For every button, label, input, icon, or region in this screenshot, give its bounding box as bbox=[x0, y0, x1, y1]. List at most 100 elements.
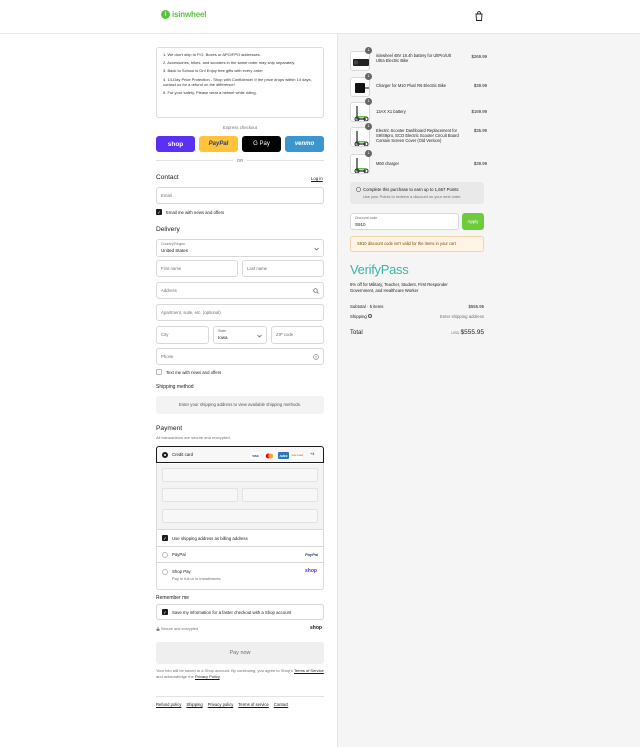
refund-policy-link[interactable]: Refund policy bbox=[156, 702, 181, 707]
paypal-radio[interactable] bbox=[162, 552, 168, 558]
amex-icon: AMEX bbox=[278, 452, 289, 459]
credit-card-radio[interactable] bbox=[162, 452, 168, 458]
mastercard-icon bbox=[264, 452, 275, 459]
city-field[interactable]: City bbox=[156, 326, 209, 344]
shop-logo: shop bbox=[310, 625, 322, 631]
store-notice: 1. We don't ship to P.O. Boxes or APO/FP… bbox=[156, 47, 324, 118]
chevron-down-icon bbox=[314, 247, 319, 251]
points-title: Complete this purchase to earn up to 1,6… bbox=[363, 187, 459, 192]
privacy-link[interactable]: Privacy Policy bbox=[195, 674, 220, 679]
contact-link[interactable]: Contact bbox=[274, 702, 288, 707]
cart-item: 1 M60 charger $39.99 bbox=[350, 150, 487, 174]
address-field[interactable]: Address bbox=[156, 282, 324, 299]
notice-item: 2. Accessories, bikes, and scooters in t… bbox=[163, 60, 296, 66]
product-name: M60 charger bbox=[376, 161, 399, 166]
email-news-checkbox[interactable]: ✓ bbox=[156, 209, 162, 215]
legal-mid: and acknowledge the bbox=[156, 673, 194, 679]
help-icon[interactable]: ? bbox=[313, 354, 319, 360]
quantity-badge: 1 bbox=[365, 47, 372, 54]
name-on-card-field[interactable] bbox=[162, 509, 318, 523]
product-price: $39.99 bbox=[473, 83, 487, 88]
billing-same-label: Use shipping address as billing address bbox=[172, 536, 248, 541]
cart-item: 1 Charger for M10 Plus/ R6 Electric Bike… bbox=[350, 73, 487, 97]
secure-label: Secure and encrypted bbox=[161, 627, 199, 631]
chevron-down-icon bbox=[257, 334, 262, 338]
expiry-field[interactable] bbox=[162, 488, 238, 502]
subtotal-row: Subtotal · 5 items $555.95 bbox=[350, 304, 484, 309]
terms-of-service-link[interactable]: Terms of service bbox=[238, 702, 268, 707]
card-number-field[interactable] bbox=[162, 468, 318, 482]
shipping-label: Shipping bbox=[350, 314, 367, 319]
product-name: Electric Scooter Dashboard Replacement f… bbox=[376, 128, 459, 144]
shipping-link[interactable]: Shipping bbox=[186, 702, 202, 707]
state-select[interactable]: State Iowa bbox=[213, 326, 267, 344]
payment-subtitle: All transactions are secure and encrypte… bbox=[156, 435, 231, 440]
apartment-field[interactable]: Apartment, suite, etc. (optional) bbox=[156, 304, 324, 321]
last-name-field[interactable]: Last name bbox=[242, 260, 324, 277]
notice-item: 4. 14-Day Price Protection - Shop with C… bbox=[163, 76, 312, 87]
phone-field[interactable]: Phone ? bbox=[156, 348, 324, 365]
quantity-badge: 1 bbox=[365, 98, 372, 105]
address-placeholder: Address bbox=[161, 288, 177, 293]
quantity-badge: 1 bbox=[365, 123, 372, 130]
shop-pay-option[interactable]: Shop Pay Pay in full or in installments … bbox=[157, 562, 323, 590]
quantity-badge: 1 bbox=[365, 150, 372, 157]
country-select[interactable]: Country/Region United States bbox=[156, 239, 324, 257]
discount-code-label: Discount code bbox=[355, 216, 378, 220]
cart-item: 1 13AX X1 battery $169.99 bbox=[350, 98, 487, 122]
pay-now-button[interactable]: Pay now bbox=[156, 642, 324, 664]
zip-field[interactable]: ZIP code bbox=[271, 326, 324, 344]
subtotal-value: $555.95 bbox=[468, 304, 484, 309]
product-name: Charger for M10 Plus/ R6 Electric Bike bbox=[376, 83, 447, 88]
paypal-button[interactable]: PayPal bbox=[199, 136, 238, 152]
logo-mark-icon: i bbox=[161, 10, 170, 19]
text-news-checkbox[interactable] bbox=[156, 369, 162, 375]
notice-item: 1. We don't ship to P.O. Boxes or APO/FP… bbox=[163, 52, 261, 57]
country-value: United States bbox=[161, 248, 189, 253]
last-name-placeholder: Last name bbox=[247, 266, 268, 271]
shop-pay-radio[interactable] bbox=[162, 569, 168, 575]
apply-discount-button[interactable]: Apply bbox=[462, 213, 484, 230]
product-price: $269.99 bbox=[471, 54, 487, 59]
apartment-placeholder: Apartment, suite, etc. (optional) bbox=[161, 310, 221, 315]
shipping-label-wrap: Shipping bbox=[350, 314, 372, 319]
venmo-button[interactable]: venmo bbox=[285, 136, 324, 152]
checkout-form: 1. We don't ship to P.O. Boxes or APO/FP… bbox=[0, 34, 337, 747]
credit-card-label: Credit card bbox=[172, 452, 194, 457]
security-code-field[interactable] bbox=[242, 488, 318, 502]
shipping-method-placeholder: Enter your shipping address to view avai… bbox=[156, 396, 324, 414]
verifypass-logo[interactable]: VerifyPass bbox=[350, 262, 409, 277]
visa-icon: VISA bbox=[250, 452, 261, 459]
verifypass-text: 6% off for Military, Teacher, Student, F… bbox=[350, 282, 448, 293]
save-info-checkbox[interactable]: ✓ bbox=[162, 609, 168, 615]
brand-logo[interactable]: i isinwheel bbox=[161, 10, 206, 19]
country-label: Country/Region bbox=[161, 242, 186, 246]
shop-pay-button[interactable]: shop bbox=[156, 136, 195, 152]
subtotal-label: Subtotal · 5 items bbox=[350, 304, 384, 309]
discount-code-field[interactable]: Discount code S910 bbox=[350, 213, 459, 230]
shopping-bag-icon[interactable] bbox=[475, 11, 483, 21]
more-cards-label: +4 bbox=[310, 452, 315, 456]
info-icon[interactable] bbox=[367, 314, 372, 318]
first-name-field[interactable]: First name bbox=[156, 260, 238, 277]
privacy-policy-link[interactable]: Privacy policy bbox=[208, 702, 234, 707]
email-field[interactable]: Email bbox=[156, 187, 324, 204]
legal-end: . bbox=[219, 673, 221, 679]
paypal-option[interactable]: PayPal PayPal bbox=[157, 546, 323, 562]
terms-link[interactable]: Terms of Service bbox=[294, 668, 324, 673]
billing-same-checkbox[interactable]: ✓ bbox=[162, 535, 168, 541]
total-label: Total bbox=[350, 330, 363, 336]
login-link[interactable]: Log in bbox=[311, 176, 323, 181]
discount-error: S910 discount code isn't valid for the i… bbox=[350, 236, 484, 252]
points-subtitle: Use your Points to redeem a discount on … bbox=[363, 194, 462, 199]
credit-card-option[interactable]: Credit card VISA AMEX DISCOVER +4 bbox=[156, 446, 324, 463]
email-news-label: Email me with news and offers bbox=[166, 210, 225, 215]
coin-icon bbox=[356, 187, 361, 192]
shipping-value: Enter shipping address bbox=[440, 314, 484, 319]
shipping-method-heading: Shipping method bbox=[156, 384, 194, 390]
header: i isinwheel bbox=[0, 0, 640, 34]
product-thumbnail bbox=[350, 154, 370, 174]
contact-heading: Contact bbox=[156, 174, 179, 181]
delivery-heading: Delivery bbox=[156, 226, 180, 233]
google-pay-button[interactable]: G Pay bbox=[242, 136, 281, 152]
